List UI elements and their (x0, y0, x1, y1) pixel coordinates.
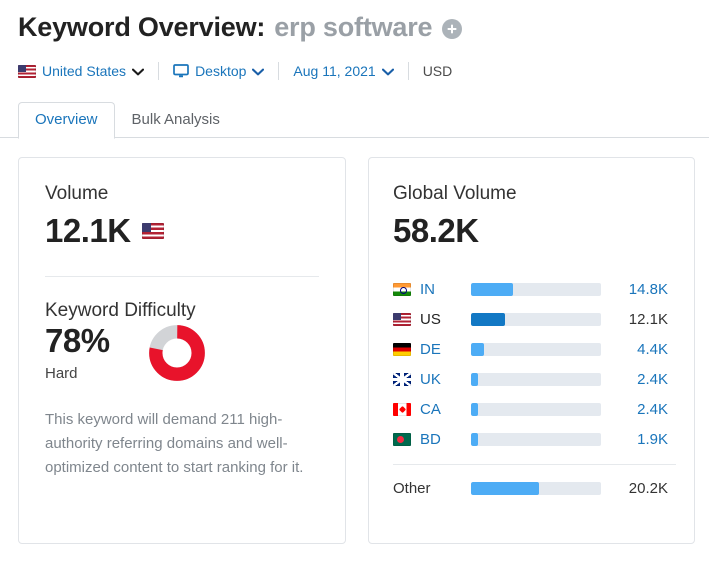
country-volume-value[interactable]: 2.4K (601, 401, 676, 418)
date-filter[interactable]: Aug 11, 2021 (293, 63, 394, 79)
country-volume-value[interactable]: 1.9K (601, 431, 676, 448)
country-volume-value[interactable]: 4.4K (601, 341, 676, 358)
country-volume-bar-fill (471, 372, 479, 386)
page-title-prefix: Keyword Overview: (18, 12, 266, 42)
tab-overview[interactable]: Overview (18, 102, 115, 139)
country-filter[interactable]: United States (18, 63, 145, 79)
uk-flag-icon (393, 372, 411, 386)
country-cell: IN (393, 281, 471, 298)
country-cell: BD (393, 431, 471, 448)
country-filter-label: United States (42, 63, 127, 79)
page-title-keyword: erp software (274, 12, 433, 42)
country-volume-bar (471, 432, 601, 446)
country-volume-row: DE 4.4K (393, 334, 676, 364)
country-volume-value: 12.1K (628, 310, 668, 328)
other-volume-bar (471, 481, 601, 495)
keyword-overview-page: Keyword Overview: erp software United St… (0, 0, 709, 582)
page-title: Keyword Overview: erp software (18, 10, 709, 44)
date-filter-label: Aug 11, 2021 (293, 63, 376, 79)
country-volume-value[interactable]: 14.8K (601, 281, 676, 298)
volume-card: Volume 12.1K Keyword Difficulty 78% Hard (18, 157, 346, 544)
country-volume-row: CA 2.4K (393, 394, 676, 424)
other-volume-bar-fill (471, 481, 539, 495)
filter-divider (158, 62, 160, 80)
country-volume-bar-fill (471, 432, 478, 446)
country-volume-value[interactable]: 2.4K (601, 371, 676, 388)
keyword-difficulty-label: Keyword Difficulty (45, 300, 196, 321)
keyword-difficulty-word: Hard (45, 365, 78, 382)
country-volume-bar (471, 402, 601, 416)
device-filter[interactable]: Desktop (173, 63, 265, 79)
de-flag-icon (393, 342, 411, 356)
country-code-link-ca[interactable]: CA (420, 401, 441, 418)
keyword-difficulty-block: 78% Hard (45, 323, 319, 386)
global-volume-card: Global Volume 58.2K IN 14.8K US 12.1K DE 4.4K… (368, 157, 695, 544)
monitor-icon (173, 64, 189, 78)
in-flag-icon (393, 282, 411, 296)
filter-divider (407, 62, 409, 80)
keyword-difficulty-description: This keyword will demand 211 high-author… (45, 411, 304, 476)
us-flag-icon (18, 64, 36, 78)
bd-flag-icon (393, 432, 411, 446)
global-volume-value-row: 58.2K (393, 212, 676, 250)
country-code-link-uk[interactable]: UK (420, 371, 441, 388)
keyword-difficulty-text: 78% Hard (45, 322, 149, 383)
other-volume-value: 20.2K (628, 479, 668, 497)
country-volume-row: BD 1.9K (393, 424, 676, 454)
country-volume-bar (471, 372, 601, 386)
keyword-difficulty-percent: 78% (45, 322, 110, 359)
country-code-link-in[interactable]: IN (420, 281, 435, 298)
volume-label: Volume (45, 183, 109, 204)
country-code-link-us: US (420, 310, 441, 328)
volume-value: 12.1K (45, 212, 131, 249)
volume-value-row: 12.1K (45, 212, 319, 250)
country-code-link-de[interactable]: DE (420, 341, 441, 358)
cards-container: Volume 12.1K Keyword Difficulty 78% Hard (0, 138, 709, 544)
global-volume-other-row: Other 20.2K (393, 473, 676, 503)
ca-flag-icon (393, 402, 411, 416)
country-cell: US (393, 311, 471, 328)
country-volume-bar-fill (471, 342, 484, 356)
country-volume-row: IN 14.8K (393, 274, 676, 304)
country-volume-row: UK 2.4K (393, 364, 676, 394)
chevron-down-icon (381, 63, 394, 79)
global-volume-country-list: IN 14.8K US 12.1K DE 4.4K UK 2.4K CA 2.4K BD 1.9K (393, 274, 676, 454)
country-volume-bar (471, 282, 601, 296)
us-flag-icon (393, 312, 411, 326)
tab-bar: Overview Bulk Analysis (0, 102, 709, 139)
plus-circle-icon[interactable] (442, 19, 463, 39)
filter-divider (278, 62, 280, 80)
us-flag-icon (141, 223, 164, 239)
card-divider (45, 276, 319, 277)
country-volume-bar-fill (471, 282, 513, 296)
global-volume-label: Global Volume (393, 183, 517, 204)
country-volume-bar-fill (471, 312, 505, 326)
currency-indicator: USD (423, 63, 453, 79)
page-header: Keyword Overview: erp software United St… (0, 0, 709, 82)
currency-label: USD (422, 63, 453, 79)
chevron-down-icon (132, 63, 145, 79)
device-filter-label: Desktop (195, 63, 247, 79)
country-volume-bar (471, 312, 601, 326)
chevron-down-icon (252, 63, 265, 79)
tab-bulk-analysis[interactable]: Bulk Analysis (115, 102, 237, 138)
country-cell: CA (393, 401, 471, 418)
keyword-difficulty-donut-chart (149, 325, 205, 386)
global-volume-divider (393, 464, 676, 465)
global-volume-value: 58.2K (393, 212, 479, 249)
country-cell: DE (393, 341, 471, 358)
country-volume-bar-fill (471, 402, 479, 416)
other-label: Other (393, 479, 431, 497)
country-volume-bar (471, 342, 601, 356)
country-cell: UK (393, 371, 471, 388)
country-code-link-bd[interactable]: BD (420, 431, 441, 448)
filter-bar: United States Desktop Aug 11, 2021 USD (18, 60, 709, 82)
country-volume-row: US 12.1K (393, 304, 676, 334)
